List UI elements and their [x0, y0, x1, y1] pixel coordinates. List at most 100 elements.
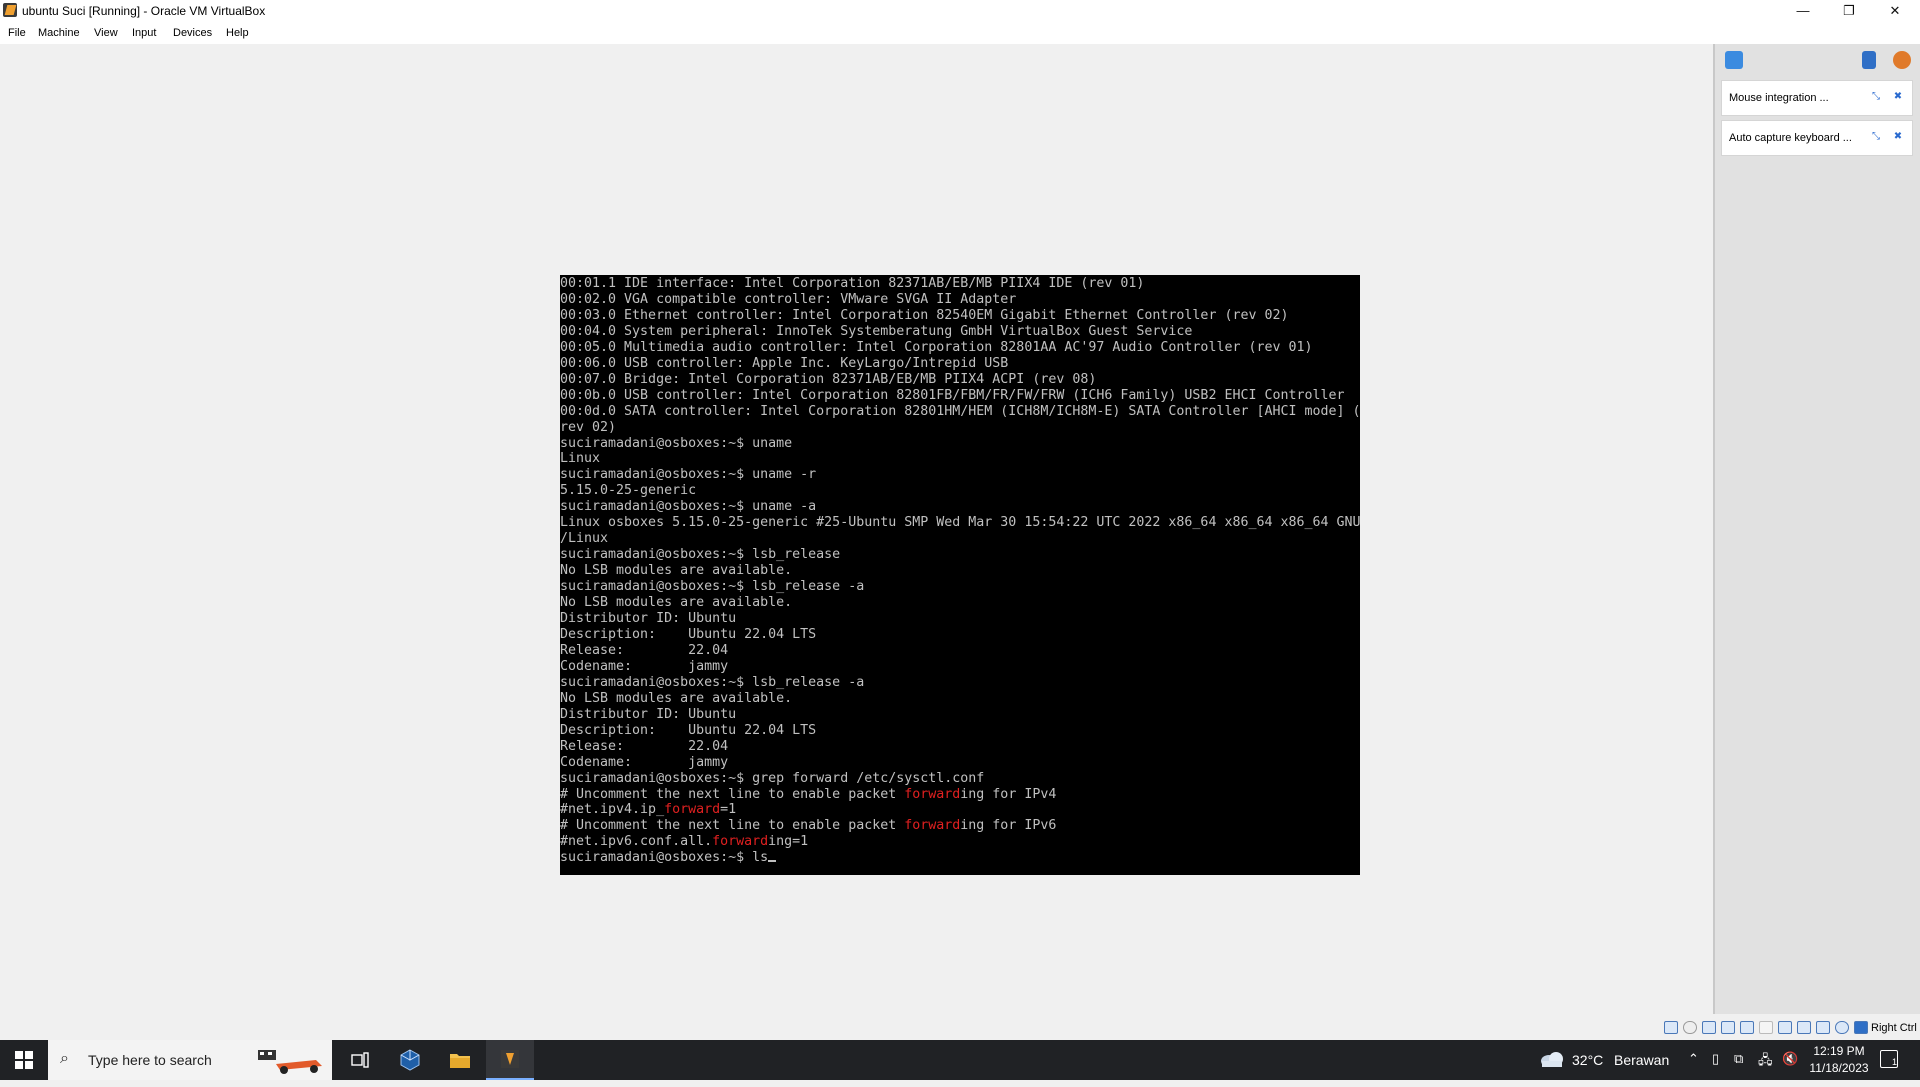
console-line: /Linux: [560, 531, 608, 546]
console-text: 00:0d.0 SATA controller: Intel Corporati…: [560, 403, 1360, 419]
weather-description[interactable]: Berawan: [1614, 1052, 1669, 1068]
task-view-icon: [351, 1052, 369, 1068]
console-text: No LSB modules are available.: [560, 563, 793, 579]
console-text: No LSB modules are available.: [560, 690, 793, 706]
action-center-button[interactable]: 1: [1880, 1050, 1898, 1068]
restore-button[interactable]: ❐: [1826, 0, 1872, 22]
close-notification-icon[interactable]: ✖: [1892, 131, 1904, 143]
console-text: suciramadani@osboxes:~$ grep forward /et…: [560, 770, 985, 786]
search-placeholder: Type here to search: [88, 1052, 212, 1068]
console-line: 00:07.0 Bridge: Intel Corporation 82371A…: [560, 372, 1096, 387]
console-line: suciramadani@osboxes:~$ lsb_release: [560, 547, 840, 562]
console-line: #net.ipv4.ip_forward=1: [560, 802, 736, 817]
console-text: #net.ipv4.ip_: [560, 802, 665, 818]
console-line: Codename: jammy: [560, 755, 728, 770]
volume-muted-icon[interactable]: 🔇: [1782, 1051, 1798, 1067]
notification-text: Auto capture keyboard ...: [1729, 132, 1852, 144]
menu-view[interactable]: View: [94, 27, 118, 39]
notification-auto-capture[interactable]: Auto capture keyboard ... ⤡ ✖: [1721, 120, 1913, 156]
audio-icon[interactable]: [1702, 1021, 1716, 1034]
menu-machine[interactable]: Machine: [38, 27, 80, 39]
console-text: 00:02.0 VGA compatible controller: VMwar…: [560, 291, 1017, 307]
console-line: 00:04.0 System peripheral: InnoTek Syste…: [560, 324, 1192, 339]
taskbar-file-explorer[interactable]: [436, 1040, 484, 1080]
console-line: suciramadani@osboxes:~$ grep forward /et…: [560, 771, 984, 786]
search-icon: ⌕: [60, 1050, 69, 1067]
keep-notifications-icon[interactable]: [1862, 51, 1876, 69]
console-text: /Linux: [560, 531, 609, 547]
notification-center-header: [1715, 44, 1920, 76]
console-line: 00:03.0 Ethernet controller: Intel Corpo…: [560, 308, 1289, 323]
dismiss-all-icon[interactable]: [1893, 51, 1911, 69]
console-output: 00:01.1 IDE interface: Intel Corporation…: [560, 275, 1360, 866]
notification-center: Mouse integration ... ⤡ ✖ Auto capture k…: [1713, 44, 1920, 1014]
clock-date[interactable]: 11/18/2023: [1806, 1061, 1872, 1075]
console-line: 00:05.0 Multimedia audio controller: Int…: [560, 340, 1313, 355]
console-text: Release: 22.04: [560, 738, 729, 754]
start-button[interactable]: [0, 1040, 48, 1080]
network-icon[interactable]: [1721, 1021, 1735, 1034]
console-text: ing=1: [768, 834, 809, 850]
notification-center-toggle-icon[interactable]: [1725, 51, 1743, 69]
minimize-button[interactable]: —: [1780, 0, 1826, 22]
console-line: Codename: jammy: [560, 659, 728, 674]
taskbar-vm-window[interactable]: [486, 1040, 534, 1080]
clock-time[interactable]: 12:19 PM: [1813, 1044, 1865, 1058]
cpu-icon[interactable]: [1816, 1021, 1830, 1034]
windows-taskbar: ⌕ Type here to search 32°C Berawan ⌃ ▯ ⧉…: [0, 1040, 1920, 1080]
console-line: suciramadani@osboxes:~$ lsb_release -a: [560, 675, 864, 690]
console-line: 00:02.0 VGA compatible controller: VMwar…: [560, 292, 1016, 307]
vm-window-icon: [501, 1050, 519, 1068]
console-text: rev 02): [560, 419, 617, 435]
console-line: 5.15.0-25-generic: [560, 483, 696, 498]
display-icon[interactable]: [1778, 1021, 1792, 1034]
terminal-cursor: [768, 860, 777, 863]
taskbar-search-box[interactable]: ⌕ Type here to search: [48, 1040, 332, 1080]
console-text: Codename: jammy: [560, 658, 729, 674]
security-tray-icon[interactable]: ⧉: [1734, 1051, 1743, 1067]
close-button[interactable]: ✕: [1872, 0, 1918, 22]
taskbar-virtualbox-manager[interactable]: [386, 1040, 434, 1080]
console-text: suciramadani@osboxes:~$ ls: [560, 850, 769, 866]
console-text: suciramadani@osboxes:~$ lsb_release -a: [560, 674, 865, 690]
network-tray-icon[interactable]: 🖧: [1758, 1051, 1773, 1073]
shared-folders-icon[interactable]: [1759, 1021, 1773, 1034]
console-text: 00:06.0 USB controller: Apple Inc. KeyLa…: [560, 355, 1009, 371]
menu-help[interactable]: Help: [226, 27, 249, 39]
vm-status-bar: Right Ctrl: [0, 1014, 1920, 1040]
usb-icon[interactable]: [1740, 1021, 1754, 1034]
weather-temperature[interactable]: 32°C: [1572, 1052, 1603, 1068]
console-text: Linux osboxes 5.15.0-25-generic #25-Ubun…: [560, 515, 1360, 531]
vm-console-screen[interactable]: 00:01.1 IDE interface: Intel Corporation…: [560, 275, 1360, 875]
virtualbox-cube-icon: [400, 1049, 420, 1071]
console-line: 00:0b.0 USB controller: Intel Corporatio…: [560, 388, 1345, 403]
mouse-capture-icon[interactable]: [1854, 1021, 1868, 1034]
virtualization-icon[interactable]: [1835, 1021, 1849, 1034]
task-view-button[interactable]: [336, 1040, 384, 1080]
console-line: Description: Ubuntu 22.04 LTS: [560, 627, 816, 642]
notification-mouse-integration[interactable]: Mouse integration ... ⤡ ✖: [1721, 80, 1913, 116]
optical-drive-icon[interactable]: [1683, 1021, 1697, 1034]
virtualbox-app-icon[interactable]: [3, 3, 17, 17]
mouse-integration-icon: ⤡: [1872, 91, 1880, 102]
hard-disk-icon[interactable]: [1664, 1021, 1678, 1034]
host-key-label[interactable]: Right Ctrl: [1871, 1022, 1917, 1034]
console-line: No LSB modules are available.: [560, 563, 792, 578]
console-line: suciramadani@osboxes:~$ uname: [560, 436, 792, 451]
vm-display-area[interactable]: 00:01.1 IDE interface: Intel Corporation…: [0, 44, 1713, 1024]
console-text: 00:01.1 IDE interface: Intel Corporation…: [560, 276, 1145, 291]
console-text: #net.ipv6.conf.all.: [560, 834, 713, 850]
console-text: Description: Ubuntu 22.04 LTS: [560, 722, 817, 738]
console-text: suciramadani@osboxes:~$ uname -a: [560, 499, 817, 515]
device-tray-icon[interactable]: ▯: [1712, 1051, 1719, 1067]
show-hidden-icons-chevron-icon[interactable]: ⌃: [1688, 1051, 1699, 1067]
console-line: 00:0d.0 SATA controller: Intel Corporati…: [560, 404, 1360, 419]
console-text: Linux: [560, 451, 601, 467]
menu-devices[interactable]: Devices: [173, 27, 212, 39]
close-notification-icon[interactable]: ✖: [1892, 91, 1904, 103]
recording-icon[interactable]: [1797, 1021, 1811, 1034]
console-text: No LSB modules are available.: [560, 595, 793, 611]
menu-input[interactable]: Input: [132, 27, 156, 39]
menu-file[interactable]: File: [8, 27, 26, 39]
console-text: ing for IPv6: [960, 818, 1057, 834]
